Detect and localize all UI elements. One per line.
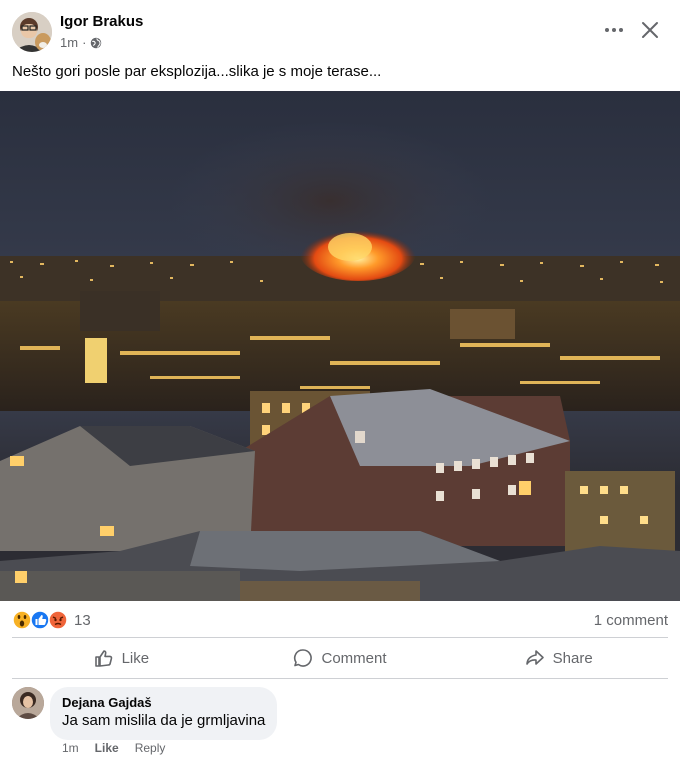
post-meta: 1m ·	[60, 35, 102, 50]
globe-icon[interactable]	[90, 37, 102, 49]
post-time[interactable]: 1m	[60, 35, 78, 50]
meta-separator: ·	[82, 35, 87, 50]
comment-icon	[294, 649, 313, 667]
close-icon[interactable]	[636, 16, 664, 44]
commenter-avatar[interactable]	[12, 687, 44, 719]
comment-like-button[interactable]: Like	[95, 741, 119, 755]
post-header: Igor Brakus 1m ·	[0, 0, 680, 60]
like-button[interactable]: Like	[12, 642, 231, 674]
angry-reaction-icon	[48, 610, 68, 630]
reaction-icons[interactable]	[12, 610, 70, 630]
divider	[12, 678, 668, 679]
author-avatar[interactable]	[12, 12, 52, 52]
wow-reaction-icon	[12, 610, 32, 630]
like-label: Like	[121, 649, 150, 667]
more-options-icon[interactable]	[600, 16, 628, 44]
like-reaction-icon	[30, 610, 50, 630]
comment-count[interactable]: 1 comment	[594, 612, 668, 629]
commenter-name[interactable]: Dejana Gajdaš	[62, 695, 265, 711]
reaction-count[interactable]: 13	[74, 612, 91, 629]
comment-label: Comment	[321, 649, 387, 667]
comment-bubble: Dejana Gajdaš Ja sam mislila da je grmlj…	[50, 687, 278, 740]
share-icon	[525, 650, 544, 665]
share-label: Share	[552, 649, 593, 667]
post-text: Nešto gori posle par eksplozija...slika …	[12, 63, 382, 80]
comment-time[interactable]: 1m	[62, 741, 79, 755]
author-name[interactable]: Igor Brakus	[60, 13, 143, 30]
comment-text: Ja sam mislila da je grmljavina	[62, 712, 266, 729]
post-photo[interactable]	[0, 91, 680, 601]
post-actions: Like Comment Share	[12, 642, 668, 674]
comment-button[interactable]: Comment	[231, 642, 450, 674]
divider	[12, 637, 668, 638]
comment-reply-button[interactable]: Reply	[135, 741, 166, 755]
share-button[interactable]: Share	[449, 642, 668, 674]
like-icon	[94, 650, 112, 667]
comment-footer: 1m Like Reply	[62, 741, 165, 755]
reactions-summary: 13 1 comment	[12, 610, 668, 630]
